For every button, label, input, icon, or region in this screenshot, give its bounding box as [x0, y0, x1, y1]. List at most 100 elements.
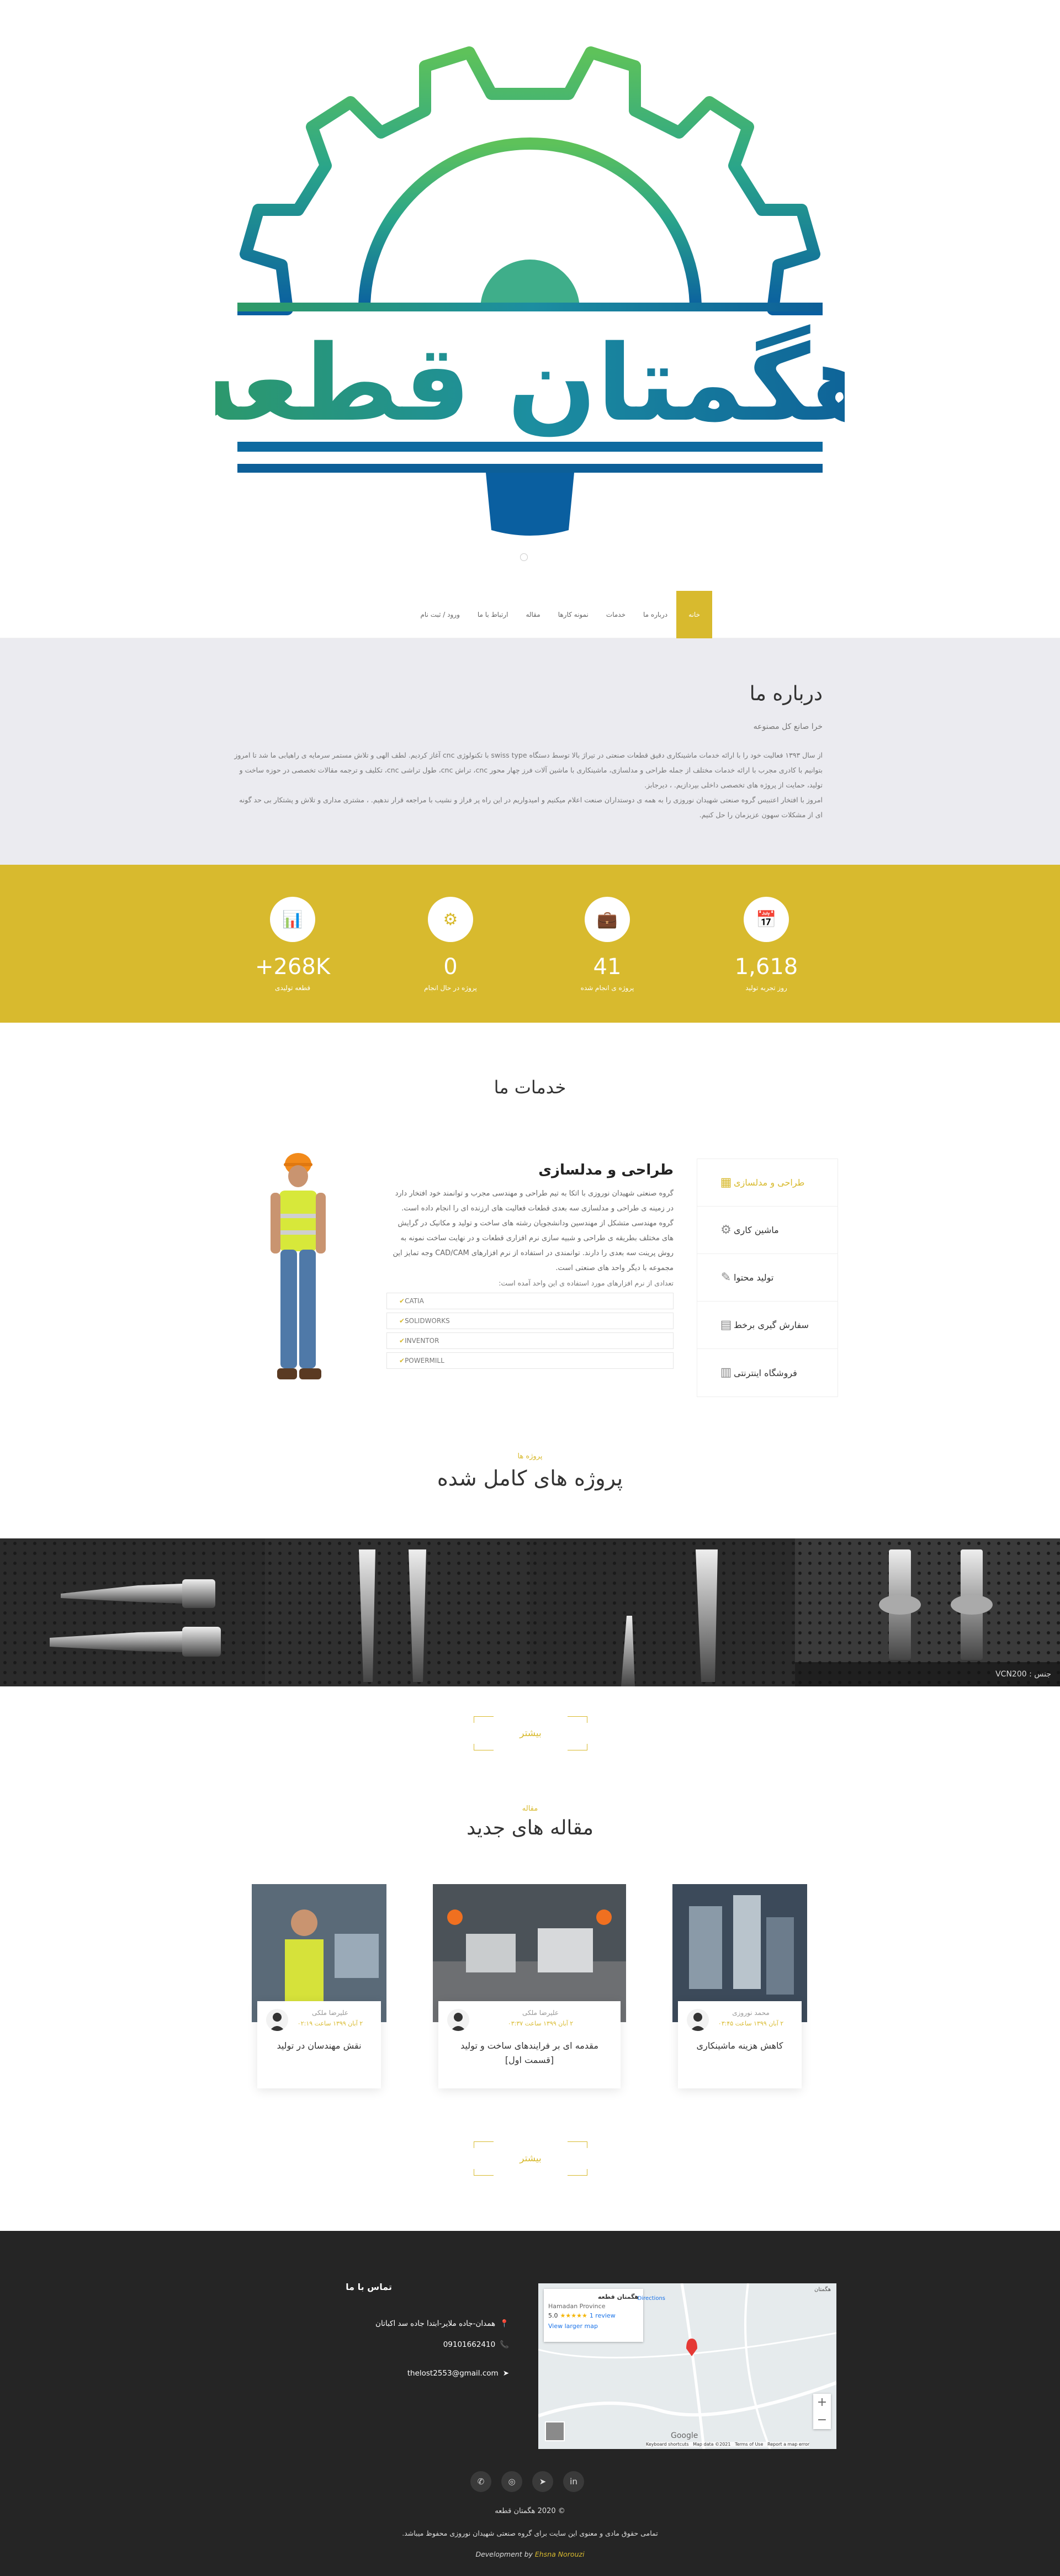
nav-item-articles[interactable]: مقاله [517, 591, 549, 638]
project-image[interactable] [530, 1538, 795, 1686]
stat-label: قطعه تولیدی [274, 984, 311, 992]
google-map[interactable]: هگمتان قطعه Hamadan Province 5.0 ★★★★★ 1 r… [538, 2283, 836, 2449]
article-body: علیرضا ملکی ۲ آبان ۱۳۹۹ ساعت ۰۳:۳۷ مقدمه… [438, 2001, 621, 2088]
article-title[interactable]: مقدمه ای بر فرایندهای ساخت و تولید [قسمت… [447, 2039, 612, 2067]
gears-icon: ⚙ [428, 897, 473, 942]
google-logo: Google [671, 2431, 698, 2440]
stat-number: 1,618 [734, 954, 798, 980]
articles-title: مقاله های جدید [467, 1817, 593, 1839]
chart-icon: 📊 [270, 897, 315, 942]
project-image[interactable]: جنس : VCN200 [795, 1538, 1060, 1686]
phone-icon[interactable]: ✆ [470, 2471, 491, 2492]
more-label: بیشتر [520, 2153, 542, 2164]
linkedin-icon[interactable]: in [563, 2471, 584, 2492]
nav-item-login[interactable]: ورود / ثبت نام [411, 591, 468, 638]
shop-icon: ▥ [720, 1366, 732, 1379]
nav-item-contact[interactable]: ارتباط با ما [469, 591, 517, 638]
content-icon: ✎ [720, 1270, 732, 1284]
article-title[interactable]: نقش مهندسان در تولید [266, 2039, 372, 2053]
send-icon: ➤ [502, 2369, 509, 2378]
rights-text: تمامی حقوق مادی و معنوی این سایت برای گر… [402, 2529, 658, 2537]
articles-more-button[interactable]: بیشتر [474, 2141, 587, 2176]
projects-gallery: جنس : VCN200 [0, 1538, 1060, 1686]
tool-bar: ✔ SOLIDWORKS [386, 1313, 674, 1329]
instagram-icon[interactable]: ◎ [501, 2471, 522, 2492]
contact-title: تماس با ما [346, 2282, 392, 2292]
contact-phone[interactable]: 📞 09101662410 [443, 2340, 509, 2349]
author-avatar [687, 2009, 709, 2031]
star-icon: ★★★★★ [560, 2312, 587, 2319]
site-logo[interactable]: هگمتان قطعه [177, 44, 883, 552]
slider-dot[interactable] [520, 553, 528, 561]
project-image[interactable] [265, 1538, 530, 1686]
article-title[interactable]: کاهش هزینه ماشینکاری [687, 2039, 793, 2053]
stat-number: 41 [593, 954, 622, 980]
about-paragraph-2: امروز با افتخار اعتبیس گروه صنعتی شهیدان… [239, 796, 823, 819]
services-tabs: ▦ طراحی و مدلسازی ⚙ ماشین کاری ✎ تولید محتو… [697, 1159, 838, 1397]
article-card[interactable]: علیرضا ملکی ۲ آبان ۱۳۹۹ ساعت ۰۳:۳۷ مقدمه… [433, 1884, 626, 2088]
service-heading: طراحی و مدلسازی [538, 1162, 674, 1178]
contact-email[interactable]: ➤ thelost2553@gmail.com [407, 2369, 509, 2378]
map-zoom-controls[interactable]: + − [813, 2394, 831, 2429]
telegram-icon[interactable]: ➤ [532, 2471, 553, 2492]
social-links: ✆ ◎ ➤ in [470, 2471, 584, 2492]
tool-bar: ✔ CATIA [386, 1293, 674, 1309]
design-icon: ▦ [720, 1175, 732, 1189]
tool-label: CATIA [405, 1297, 424, 1305]
article-author: علیرضا ملکی [522, 2009, 559, 2017]
nav-item-home[interactable]: خانه [676, 591, 712, 638]
article-card[interactable]: محمد نوروزی ۲ آبان ۱۳۹۹ ساعت ۰۳:۴۵ کاهش … [672, 1884, 807, 2088]
map-directions[interactable]: Directions [638, 2295, 665, 2302]
tab-content[interactable]: ✎ تولید محتوا [697, 1254, 838, 1302]
about-section: درباره ما خرا صانع کل مصنوعه از سال ۱۳۹۳… [0, 638, 1060, 865]
map-larger-link[interactable]: View larger map [548, 2323, 639, 2330]
tab-label: فروشگاه اینترنتی [734, 1367, 797, 1378]
tools-list: ✔ CATIA ✔ SOLIDWORKS ✔ INVENTOR ✔ POWERMILL [386, 1293, 674, 1369]
projects-kicker: پروژه ها [517, 1452, 543, 1461]
check-icon: ✔ [399, 1297, 405, 1305]
map-pin-icon: 📍 [500, 2319, 509, 2328]
map-terms: Keyboard shortcuts Map data ©2021 Terms … [646, 2442, 810, 2447]
tool-bar: ✔ INVENTOR [386, 1332, 674, 1349]
tab-machining[interactable]: ⚙ ماشین کاری [697, 1207, 838, 1254]
nav-item-portfolio[interactable]: نمونه کارها [549, 591, 597, 638]
nav-item-services[interactable]: خدمات [597, 591, 634, 638]
machining-icon: ⚙ [720, 1223, 732, 1237]
gear-logo-graphic: هگمتان قطعه [177, 46, 883, 536]
articles-kicker: مقاله [522, 1805, 538, 1813]
dev-name[interactable]: Ehsna Norouzi [535, 2550, 585, 2558]
tab-label: سفارش گیری برخط [734, 1320, 809, 1330]
more-label: بیشتر [520, 1728, 542, 1739]
nav-item-about[interactable]: درباره ما [634, 591, 676, 638]
author-avatar [266, 2009, 288, 2031]
stat-number: 0 [443, 954, 458, 980]
email-text: thelost2553@gmail.com [407, 2369, 499, 2378]
article-card[interactable]: علیرضا ملکی ۲ آبان ۱۳۹۹ ساعت ۰۲:۱۹ نقش م… [252, 1884, 386, 2088]
project-image[interactable] [0, 1538, 265, 1686]
tab-label: ماشین کاری [734, 1225, 779, 1235]
zoom-out-icon[interactable]: − [813, 2411, 831, 2429]
developer-credit: Development by Ehsna Norouzi [0, 2550, 1060, 2558]
tab-design[interactable]: ▦ طراحی و مدلسازی [697, 1159, 838, 1207]
article-date: ۲ آبان ۱۳۹۹ ساعت ۰۳:۳۷ [507, 2020, 574, 2027]
map-province: Hamadan Province [548, 2303, 606, 2310]
calendar-icon: 📅 [744, 897, 789, 942]
project-caption: جنس : VCN200 [795, 1662, 1060, 1686]
check-icon: ✔ [399, 1317, 405, 1325]
article-body: محمد نوروزی ۲ آبان ۱۳۹۹ ساعت ۰۳:۴۵ کاهش … [678, 2001, 802, 2088]
contact-address: 📍 همدان-جاده ملایر-ابتدا جاده سد اکباتان [375, 2319, 509, 2328]
zoom-in-icon[interactable]: + [813, 2394, 831, 2411]
stat-projects-ongoing: ⚙ 0 پروژه در حال انجام [395, 897, 506, 992]
copyright: © 2020 هگمتان قطعه [495, 2507, 565, 2515]
tab-online-order[interactable]: ▤ سفارش گیری برخط [697, 1302, 838, 1349]
map-thumbnail[interactable] [545, 2421, 565, 2441]
map-reviews[interactable]: 1 review [590, 2312, 616, 2319]
service-text: گروه صنعتی شهیدان نوروزی با اتکا به تیم … [393, 1189, 674, 1272]
about-text: از سال ۱۳۹۳ فعالیت خود را با ارائه خدمات… [232, 748, 823, 822]
about-paragraph-1: از سال ۱۳۹۳ فعالیت خود را با ارائه خدمات… [234, 751, 823, 789]
tool-label: POWERMILL [405, 1357, 444, 1364]
tab-shop[interactable]: ▥ فروشگاه اینترنتی [697, 1349, 838, 1397]
stat-label: روز تجربه تولید [745, 984, 787, 992]
stat-parts: 📊 +268K قطعه تولیدی [237, 897, 348, 992]
projects-more-button[interactable]: بیشتر [474, 1716, 587, 1750]
